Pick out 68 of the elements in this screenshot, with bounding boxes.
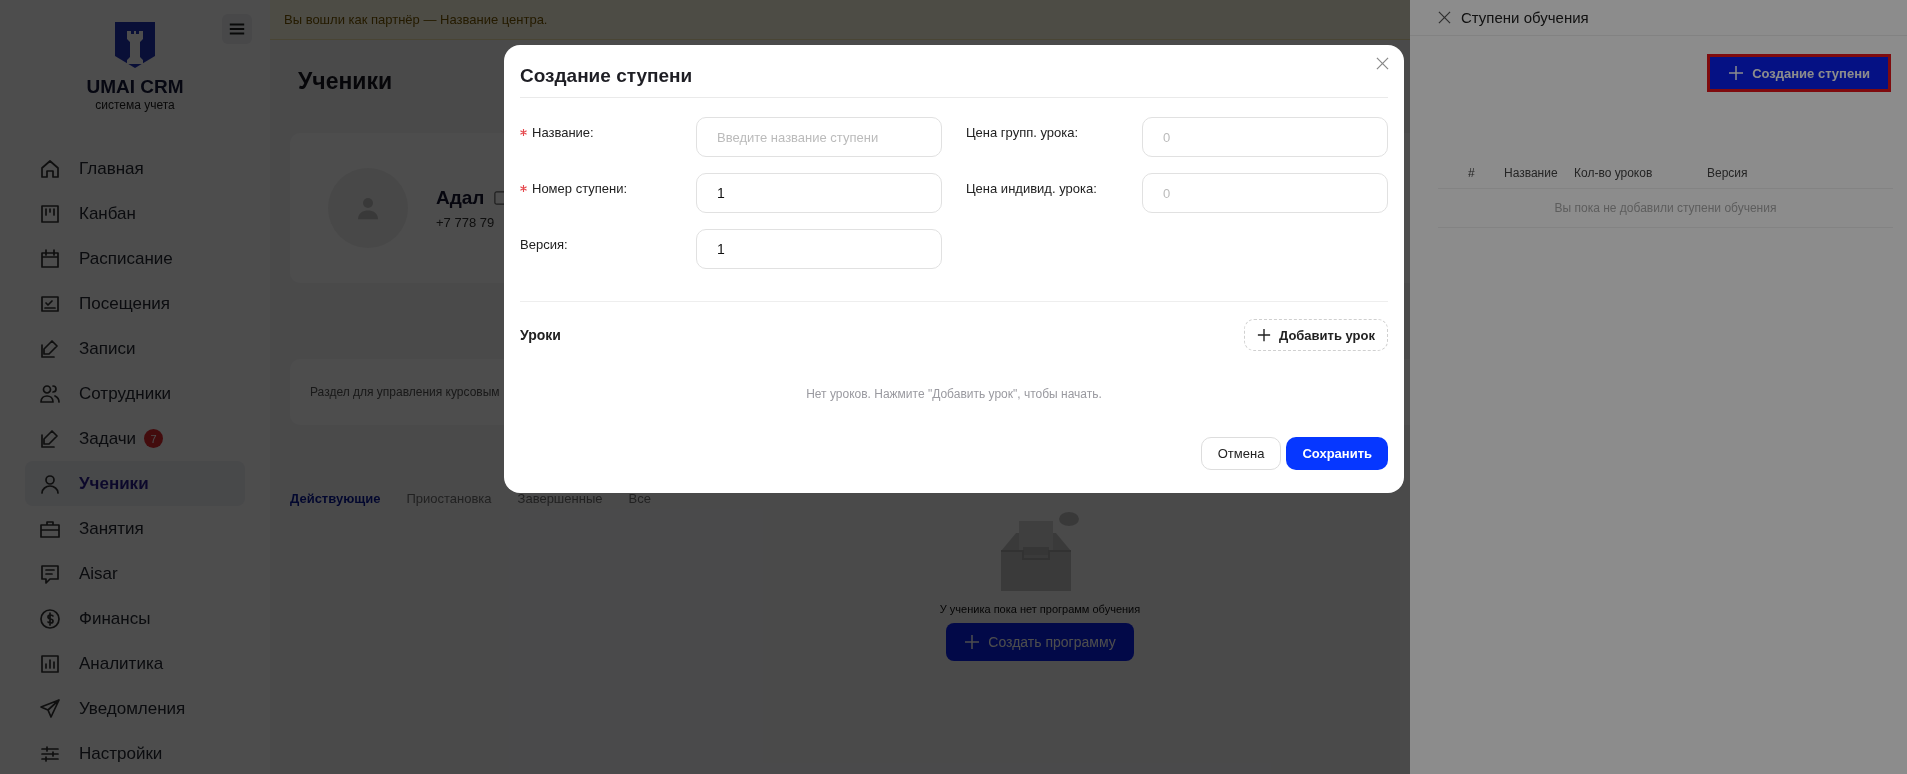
- sidebar-item[interactable]: Ученики: [25, 461, 245, 506]
- create-program-button[interactable]: Создать программу: [946, 623, 1134, 661]
- field-label: Цена групп. урока:: [966, 124, 1079, 140]
- column-header: Название: [1504, 166, 1559, 180]
- modal-title: Создание ступени: [520, 45, 1388, 98]
- sidebar-item[interactable]: Записи: [25, 326, 245, 371]
- column-header: Кол-во уроков: [1574, 166, 1654, 180]
- menu-label: Расписание: [79, 248, 173, 269]
- count-badge: 7: [144, 429, 164, 448]
- input-field[interactable]: 0: [1142, 117, 1388, 157]
- plus-icon: [1256, 328, 1271, 342]
- menu-label: Занятия: [79, 518, 144, 539]
- field-label: Версия:: [520, 236, 568, 252]
- drawer-title: Ступени обучения: [1461, 9, 1589, 26]
- input-field[interactable]: 1: [696, 229, 942, 269]
- column-header: #: [1468, 166, 1476, 180]
- cancel-button[interactable]: Отмена: [1200, 437, 1282, 470]
- menu-label: Сотрудники: [79, 383, 172, 404]
- sidebar-item[interactable]: Посещения: [25, 281, 245, 326]
- menu-label: Уведомления: [79, 698, 186, 719]
- logo-icon: [115, 22, 155, 68]
- sidebar-item[interactable]: Уведомления: [25, 686, 245, 731]
- page-title: Ученики: [298, 68, 393, 95]
- add-lesson-button[interactable]: Добавить урок: [1243, 319, 1388, 351]
- status-tab[interactable]: Действующие: [290, 491, 381, 506]
- plus-icon: [964, 634, 981, 650]
- sidebar-item[interactable]: Главная: [25, 146, 245, 191]
- menu-label: Финансы: [79, 608, 151, 629]
- column-header: Версия: [1707, 166, 1748, 180]
- close-icon[interactable]: [1438, 11, 1451, 24]
- student-name: Адал: [436, 186, 485, 209]
- sidebar-item[interactable]: Сотрудники: [25, 371, 245, 416]
- student-phone: +7 778 79: [436, 214, 496, 230]
- section-title: Уроки: [520, 327, 561, 343]
- menu-label: Аналитика: [79, 653, 164, 674]
- field-label: Цена индивид. урока:: [966, 180, 1097, 196]
- empty-message: Нет уроков. Нажмите "Добавить урок", чтобы начать.: [806, 387, 1102, 401]
- sidebar-item[interactable]: Аналитика: [25, 641, 245, 686]
- input-field[interactable]: 0: [1142, 173, 1388, 213]
- plus-icon: [1728, 65, 1745, 81]
- sidebar-item[interactable]: Задачи 7: [25, 416, 245, 461]
- close-icon[interactable]: [1376, 57, 1389, 70]
- menu-label: Aisar: [79, 563, 118, 584]
- create-level-button[interactable]: Создание ступени: [1707, 54, 1891, 92]
- input-field[interactable]: Введите название ступени: [696, 117, 942, 157]
- field-label: Номер ступени:: [532, 180, 628, 196]
- logo-subtitle: система учета: [95, 98, 175, 112]
- menu-label: Посещения: [79, 293, 170, 314]
- menu-label: Главная: [79, 158, 144, 179]
- sidebar-item[interactable]: Расписание: [25, 236, 245, 281]
- menu-label: Настройки: [79, 743, 163, 764]
- required-icon: [520, 128, 527, 136]
- field-label: Название:: [532, 124, 594, 140]
- input-field[interactable]: 1: [696, 173, 942, 213]
- sidebar-item[interactable]: Занятия: [25, 506, 245, 551]
- menu-label: Задачи: [79, 428, 137, 449]
- sidebar-item[interactable]: Канбан: [25, 191, 245, 236]
- menu-label: Записи: [79, 338, 136, 359]
- menu-button[interactable]: [222, 14, 252, 44]
- required-icon: [520, 184, 527, 192]
- sidebar-item[interactable]: Финансы: [25, 596, 245, 641]
- menu-label: Ученики: [79, 473, 149, 494]
- logo-title: UMAI CRM: [86, 76, 184, 98]
- save-button[interactable]: Сохранить: [1286, 437, 1388, 470]
- empty-message: У ученика пока нет программ обучения: [939, 603, 1141, 615]
- sidebar-item[interactable]: Aisar: [25, 551, 245, 596]
- menu-label: Канбан: [79, 203, 136, 224]
- sidebar-item[interactable]: Настройки: [25, 731, 245, 774]
